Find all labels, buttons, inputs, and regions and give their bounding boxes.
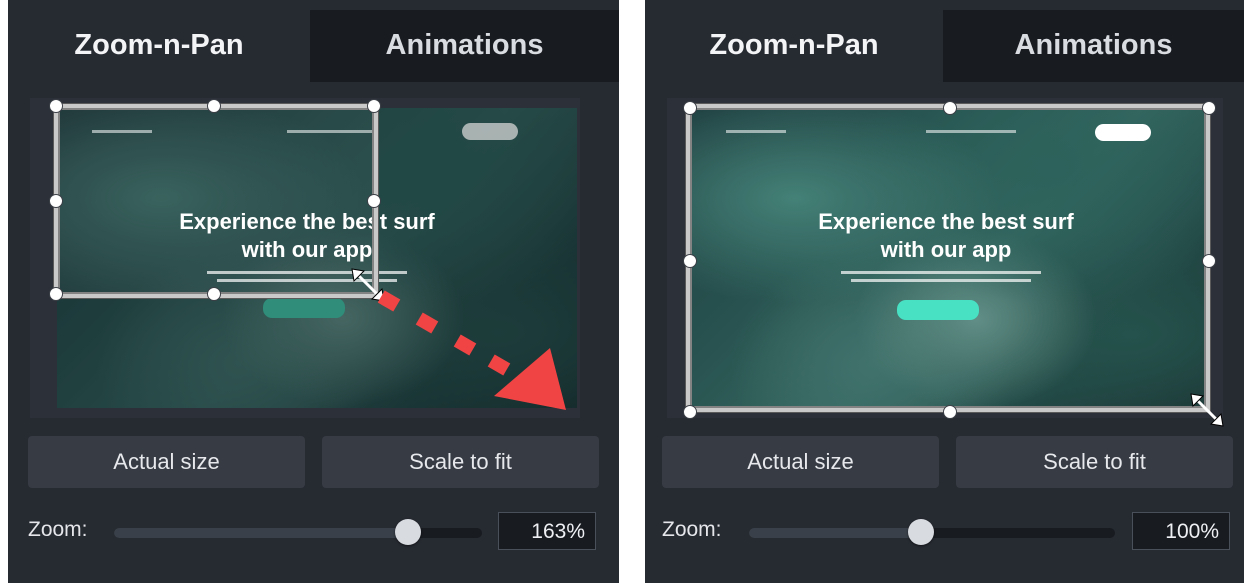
zoom-pan-panel-after: Zoom-n-Pan Animations Experience the bes… [645,0,1244,583]
tab-animations[interactable]: Animations [310,10,619,82]
zoom-value-input[interactable]: 100% [1132,512,1230,550]
tab-zoom-n-pan[interactable]: Zoom-n-Pan [645,10,943,82]
crop-handle[interactable] [49,194,63,208]
zoom-slider[interactable] [114,528,482,538]
crop-handle[interactable] [1202,254,1216,268]
zoom-label: Zoom: [662,518,722,541]
drag-direction-arrow-icon [377,290,566,410]
tab-zoom-n-pan[interactable]: Zoom-n-Pan [8,10,310,82]
crop-handle[interactable] [683,405,697,419]
canvas-preview: Experience the best surf with our app [667,98,1224,427]
crop-handle[interactable] [943,101,957,115]
actual-size-button[interactable]: Actual size [28,436,305,488]
scale-to-fit-button[interactable]: Scale to fit [322,436,599,488]
crop-handle[interactable] [943,405,957,419]
scale-to-fit-button[interactable]: Scale to fit [956,436,1233,488]
crop-handle[interactable] [207,287,221,301]
crop-handle[interactable] [207,99,221,113]
crop-handle[interactable] [367,194,381,208]
crop-handle[interactable] [49,99,63,113]
crop-handle[interactable] [683,101,697,115]
preview-cta [263,298,345,318]
zoom-slider-knob[interactable] [908,519,935,545]
canvas-preview: Experience the best surf with our app [30,98,580,418]
zoom-value-input[interactable]: 163% [498,512,596,550]
sign-in-pill [462,123,518,140]
crop-handle[interactable] [49,287,63,301]
crop-handle[interactable] [367,99,381,113]
crop-handle[interactable] [683,254,697,268]
actual-size-button[interactable]: Actual size [662,436,939,488]
tab-bar: Zoom-n-Pan Animations [8,10,619,82]
tab-animations[interactable]: Animations [943,10,1244,82]
resize-diagonal-icon[interactable] [1187,390,1227,430]
tab-bar: Zoom-n-Pan Animations [645,10,1244,82]
crop-handle[interactable] [1202,101,1216,115]
zoom-pan-panel-before: Zoom-n-Pan Animations Experience the bes… [8,0,619,583]
zoom-slider-knob[interactable] [395,519,422,545]
crop-selection[interactable] [54,104,378,298]
crop-selection[interactable] [686,104,1210,412]
zoom-label: Zoom: [28,518,88,541]
